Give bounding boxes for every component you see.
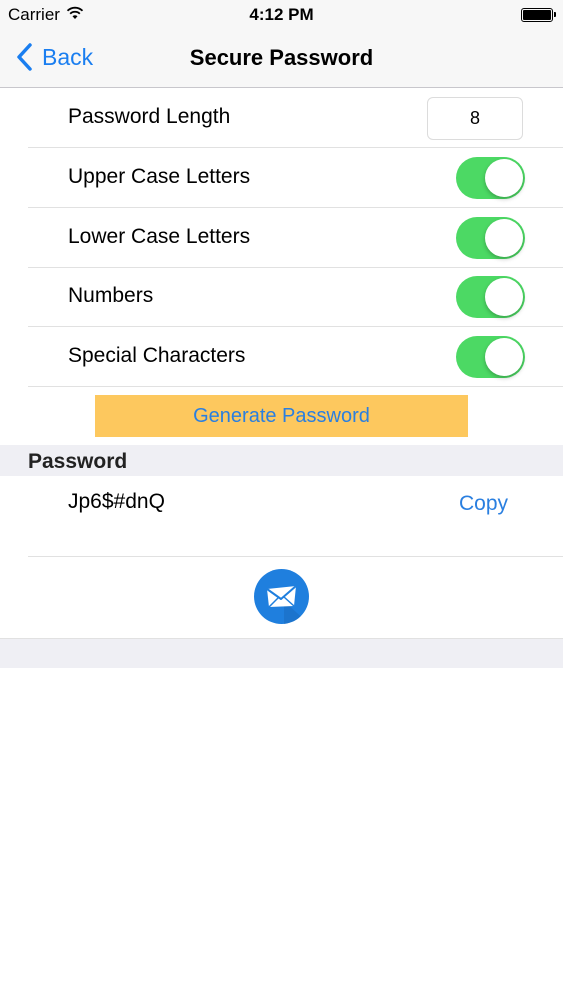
lowercase-toggle[interactable] xyxy=(456,217,525,259)
footer-strip xyxy=(0,639,563,668)
special-characters-label: Special Characters xyxy=(68,344,246,367)
toggle-knob xyxy=(485,219,523,257)
special-characters-row: Special Characters xyxy=(28,327,563,387)
password-section-title: Password xyxy=(28,450,128,473)
numbers-toggle[interactable] xyxy=(456,276,525,318)
uppercase-row: Upper Case Letters xyxy=(28,148,563,208)
lowercase-label: Lower Case Letters xyxy=(68,225,251,248)
mail-cell xyxy=(0,557,563,639)
generated-password: Jp6$#dnQ xyxy=(68,490,165,513)
envelope-icon xyxy=(266,585,309,624)
special-characters-toggle[interactable] xyxy=(456,336,525,378)
password-length-label: Password Length xyxy=(68,105,231,128)
status-bar: Carrier 4:12 PM xyxy=(0,0,563,30)
email-button[interactable] xyxy=(254,569,309,624)
toggle-knob xyxy=(485,338,523,376)
numbers-row: Numbers xyxy=(28,267,563,327)
toggle-knob xyxy=(485,278,523,316)
status-time: 4:12 PM xyxy=(249,5,314,24)
lowercase-row: Lower Case Letters xyxy=(28,208,563,268)
generate-password-button[interactable]: Generate Password xyxy=(95,395,468,437)
password-length-field[interactable]: 8 xyxy=(427,97,523,140)
battery-level xyxy=(523,10,551,20)
toggle-knob xyxy=(485,159,523,197)
password-section-header: Password xyxy=(0,445,563,476)
password-length-row: Password Length 8 xyxy=(28,88,563,148)
password-result-cell: Jp6$#dnQ Copy xyxy=(28,476,563,557)
numbers-label: Numbers xyxy=(68,284,154,307)
page-title: Secure Password xyxy=(189,45,374,70)
uppercase-toggle[interactable] xyxy=(456,157,525,199)
copy-button[interactable]: Copy xyxy=(459,492,508,516)
battery-icon xyxy=(521,8,556,22)
uppercase-label: Upper Case Letters xyxy=(68,165,251,188)
navigation-bar: Back Secure Password xyxy=(0,30,563,88)
